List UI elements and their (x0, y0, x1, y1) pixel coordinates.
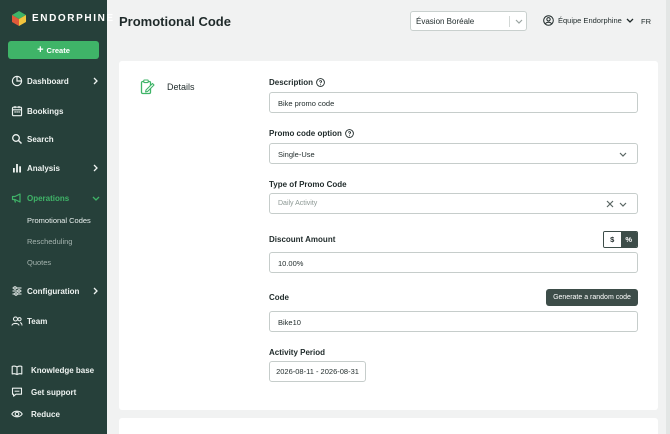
organization-select[interactable]: Évasion Boréale (410, 11, 527, 31)
details-card (119, 61, 658, 410)
activity-period-input[interactable]: 2026-08-11 - 2026-08-31 (269, 361, 366, 382)
nav-label: Team (27, 316, 48, 326)
pie-chart-icon (11, 75, 23, 87)
description-label: Description (269, 78, 325, 87)
chevron-right-icon (93, 77, 98, 85)
description-input[interactable]: Bike promo code (269, 92, 638, 113)
code-value: Bike10 (278, 318, 301, 327)
subnav-quotes[interactable]: Quotes (27, 258, 51, 267)
sliders-icon (12, 286, 22, 296)
discount-input[interactable]: 10.00% (269, 252, 638, 273)
label-text: Promo code option (269, 129, 342, 138)
code-label: Code (269, 293, 289, 302)
info-icon[interactable] (316, 78, 325, 87)
promo-type-label: Type of Promo Code (269, 180, 347, 189)
discount-label: Discount Amount (269, 235, 335, 244)
logo[interactable]: ENDORPHINE (12, 11, 115, 26)
chevron-right-icon (93, 164, 98, 172)
chevron-down-icon (626, 18, 634, 23)
nav-team[interactable]: Team (0, 312, 107, 330)
users-icon (11, 316, 23, 326)
logo-icon (12, 11, 26, 26)
megaphone-icon (11, 193, 21, 203)
scrollbar[interactable] (666, 0, 670, 434)
organization-value: Évasion Boréale (416, 17, 475, 26)
promo-option-label: Promo code option (269, 129, 354, 138)
bar-chart-icon (13, 164, 21, 173)
divider (509, 16, 510, 27)
nav-label: Bookings (27, 106, 64, 116)
promo-option-select[interactable]: Single-Use (269, 143, 638, 164)
label-text: Type of Promo Code (269, 180, 347, 189)
discount-unit-toggle: $ % (603, 231, 638, 248)
user-circle-icon (543, 15, 554, 26)
nav-search[interactable]: Search (0, 130, 107, 148)
nav-label: Search (27, 134, 54, 144)
chevron-down-icon (619, 152, 627, 157)
label-text: Description (269, 78, 314, 87)
promo-type-select[interactable]: Daily Activity (269, 193, 638, 214)
nav-operations[interactable]: Operations (0, 189, 107, 207)
subnav-rescheduling[interactable]: Rescheduling (27, 237, 72, 246)
period-value: 2026-08-11 - 2026-08-31 (276, 367, 359, 376)
nav-analysis[interactable]: Analysis (0, 159, 107, 177)
nav-knowledge-base[interactable]: Knowledge base (0, 361, 107, 379)
user-menu[interactable]: Équipe Endorphine (543, 15, 634, 26)
section-title: Details (167, 82, 195, 92)
discount-value: 10.00% (278, 259, 304, 268)
label-text: Discount Amount (269, 235, 336, 244)
eye-icon (11, 410, 23, 418)
nav-dashboard[interactable]: Dashboard (0, 72, 107, 90)
label-text: Activity Period (269, 348, 326, 357)
subnav-promotional-codes[interactable]: Promotional Codes (27, 216, 91, 225)
promo-type-value: Daily Activity (278, 200, 318, 207)
chevron-right-icon (93, 287, 98, 295)
search-icon (12, 134, 22, 144)
language-switch[interactable]: FR (641, 17, 651, 26)
nav-label: Analysis (27, 163, 60, 173)
brand-name: ENDORPHINE (32, 13, 115, 24)
nav-get-support[interactable]: Get support (0, 383, 107, 401)
unit-percent-button[interactable]: % (620, 232, 637, 247)
edit-document-icon (140, 79, 155, 95)
chat-icon (11, 387, 23, 397)
nav-label: Knowledge base (31, 365, 95, 375)
plus-icon: + (37, 43, 44, 56)
create-label: Create (46, 45, 70, 55)
calendar-icon (11, 106, 23, 117)
create-button[interactable]: + Create (8, 41, 99, 59)
page-title: Promotional Code (119, 14, 231, 29)
next-card (119, 418, 658, 434)
nav-bookings[interactable]: Bookings (0, 102, 107, 120)
sidebar: ENDORPHINE + Create Dashboard Bookings S… (0, 0, 113, 434)
nav-configuration[interactable]: Configuration (0, 282, 107, 300)
nav-label: Configuration (27, 286, 80, 296)
label-text: Code (269, 293, 289, 302)
code-input[interactable]: Bike10 (269, 311, 638, 332)
chevron-down-icon (515, 19, 523, 24)
chevron-down-icon (92, 196, 100, 201)
clear-icon[interactable] (606, 200, 614, 208)
nav-reduce[interactable]: Reduce (0, 405, 107, 423)
user-name: Équipe Endorphine (558, 16, 622, 25)
nav-label: Reduce (31, 409, 60, 419)
description-value: Bike promo code (278, 99, 335, 108)
info-icon[interactable] (345, 129, 354, 138)
nav-label: Operations (27, 193, 70, 203)
chevron-down-icon (619, 202, 627, 207)
nav-label: Dashboard (27, 76, 69, 86)
book-icon (11, 365, 23, 376)
unit-dollar-button[interactable]: $ (604, 232, 621, 247)
nav-label: Get support (31, 387, 77, 397)
period-label: Activity Period (269, 348, 325, 357)
promo-option-value: Single-Use (278, 150, 315, 159)
generate-code-button[interactable]: Generate a random code (546, 289, 638, 306)
